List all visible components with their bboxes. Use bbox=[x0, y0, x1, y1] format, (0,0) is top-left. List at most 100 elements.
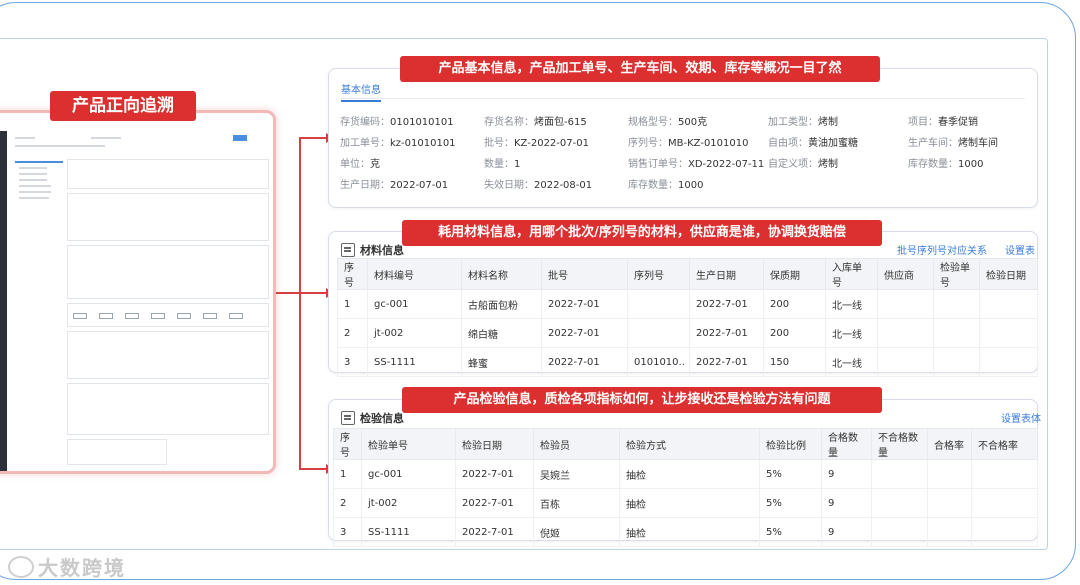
table-cell: 抽检 bbox=[619, 459, 760, 489]
basic-info-field: 自由项：黄油加蜜糖 bbox=[768, 134, 858, 149]
materials-title: 材料信息 bbox=[360, 244, 404, 257]
column-header[interactable]: 不合格率 bbox=[971, 428, 1038, 460]
field-value: kz-01010101 bbox=[390, 138, 456, 149]
table-cell: 2022-7-01 bbox=[455, 459, 534, 489]
basic-info-field: 存货名称：烤面包-615 bbox=[484, 113, 587, 128]
field-label: 存货编码： bbox=[340, 117, 390, 128]
basic-info-field: 失效日期：2022-08-01 bbox=[484, 176, 592, 191]
table-cell: SS-1111 bbox=[367, 347, 462, 377]
column-header[interactable]: 检验员 bbox=[533, 428, 620, 460]
table-cell bbox=[979, 318, 1038, 348]
table-cell bbox=[927, 459, 972, 489]
field-label: 库存数量： bbox=[628, 180, 678, 191]
table-cell: 北一线 bbox=[825, 289, 878, 319]
table-cell bbox=[877, 289, 934, 319]
thumbnail-content bbox=[11, 133, 273, 469]
field-value: 500克 bbox=[678, 117, 708, 128]
field-label: 单位： bbox=[340, 159, 370, 170]
basic-info-field: 规格型号：500克 bbox=[628, 113, 707, 128]
column-header[interactable]: 检验比例 bbox=[759, 428, 822, 460]
field-value: 1 bbox=[514, 159, 521, 170]
table-cell: 200 bbox=[763, 289, 826, 319]
field-label: 批号： bbox=[484, 138, 514, 149]
table-cell: 0101010.. bbox=[627, 347, 690, 377]
table-row[interactable]: 1 gc-001 2022-7-01 吴婉兰 抽检 5% 9 bbox=[333, 459, 1038, 489]
materials-header: 材料信息 bbox=[341, 242, 404, 258]
table-row[interactable]: 1 gc-001 古船面包粉 2022-7-01 2022-7-01 200 北一线 bbox=[337, 289, 1038, 319]
column-header[interactable]: 检验单号 bbox=[933, 258, 980, 290]
column-header[interactable]: 检验日期 bbox=[455, 428, 534, 460]
table-row[interactable]: 2 jt-002 绵白糖 2022-7-01 2022-7-01 200 北一线 bbox=[337, 318, 1038, 348]
table-cell: 绵白糖 bbox=[461, 318, 542, 348]
arrow-branch-middle bbox=[299, 292, 327, 294]
table-cell: 2022-7-01 bbox=[541, 289, 628, 319]
basic-info-field: 库存数量：1000 bbox=[628, 176, 703, 191]
banner-inspection: 产品检验信息，质检各项指标如何，让步接收还是检验方法有问题 bbox=[402, 387, 882, 413]
column-header[interactable]: 序号 bbox=[333, 428, 362, 460]
table-cell bbox=[971, 517, 1038, 547]
materials-icon bbox=[341, 243, 355, 257]
field-value: 2022-07-01 bbox=[390, 180, 449, 191]
field-label: 失效日期： bbox=[484, 180, 534, 191]
field-value: 春季促销 bbox=[938, 117, 978, 128]
column-header[interactable]: 序列号 bbox=[627, 258, 690, 290]
table-row[interactable]: 3 SS-1111 2022-7-01 倪姬 抽检 5% 9 bbox=[333, 517, 1038, 547]
field-label: 销售订单号： bbox=[628, 159, 688, 170]
column-header[interactable]: 生产日期 bbox=[689, 258, 764, 290]
column-header[interactable]: 序号 bbox=[337, 258, 368, 290]
basic-info-field: 销售订单号：XD-2022-07-11 bbox=[628, 155, 764, 170]
column-header[interactable]: 合格率 bbox=[927, 428, 972, 460]
basic-info-field: 加工类型：烤制 bbox=[768, 113, 838, 128]
column-header[interactable]: 合格数量 bbox=[821, 428, 872, 460]
basic-info-field: 序列号：MB-KZ-0101010 bbox=[628, 134, 748, 149]
basic-info-field: 单位：克 bbox=[340, 155, 380, 170]
inspection-settings-link[interactable]: 设置表体 bbox=[1001, 410, 1041, 425]
table-cell: gc-001 bbox=[361, 459, 456, 489]
field-value: 0101010101 bbox=[390, 117, 454, 128]
basic-info-field: 自定义项：烤制 bbox=[768, 155, 838, 170]
column-header[interactable]: 材料名称 bbox=[461, 258, 542, 290]
field-label: 序列号： bbox=[628, 138, 668, 149]
column-header[interactable]: 保质期 bbox=[763, 258, 826, 290]
field-value: 1000 bbox=[958, 159, 984, 170]
table-cell bbox=[871, 459, 928, 489]
table-cell bbox=[971, 459, 1038, 489]
table-cell: jt-002 bbox=[361, 488, 456, 518]
batch-serial-map-link[interactable]: 批号序列号对应关系 bbox=[897, 242, 987, 257]
field-value: 烤制 bbox=[818, 159, 838, 170]
table-cell bbox=[627, 289, 690, 319]
materials-settings-link[interactable]: 设置表 bbox=[1005, 242, 1035, 257]
field-value: 烤制 bbox=[818, 117, 838, 128]
column-header[interactable]: 检验单号 bbox=[361, 428, 456, 460]
table-cell bbox=[877, 318, 934, 348]
column-header[interactable]: 不合格数量 bbox=[871, 428, 928, 460]
arrow-trunk bbox=[276, 292, 300, 294]
watermark-text: 大数跨境 bbox=[38, 556, 126, 580]
field-label: 自定义项： bbox=[768, 159, 818, 170]
field-value: KZ-2022-07-01 bbox=[514, 138, 589, 149]
column-header[interactable]: 检验方式 bbox=[619, 428, 760, 460]
column-header[interactable]: 材料编号 bbox=[367, 258, 462, 290]
thumbnail-title: 产品正向追溯 bbox=[50, 91, 196, 121]
field-value: XD-2022-07-11 bbox=[688, 159, 765, 170]
field-value: 1000 bbox=[678, 180, 704, 191]
column-header[interactable]: 检验日期 bbox=[979, 258, 1038, 290]
table-cell: 200 bbox=[763, 318, 826, 348]
table-row[interactable]: 3 SS-1111 蜂蜜 2022-7-01 0101010.. 2022-7-01 150… bbox=[337, 347, 1038, 377]
column-header[interactable]: 入库单号 bbox=[825, 258, 878, 290]
column-header[interactable]: 供应商 bbox=[877, 258, 934, 290]
field-label: 生产车间： bbox=[908, 138, 958, 149]
thumbnail-screenshot bbox=[0, 110, 276, 474]
table-cell: 9 bbox=[821, 459, 872, 489]
table-cell bbox=[927, 488, 972, 518]
table-cell: gc-001 bbox=[367, 289, 462, 319]
table-cell: 百栋 bbox=[533, 488, 620, 518]
table-row[interactable]: 2 jt-002 2022-7-01 百栋 抽检 5% 9 bbox=[333, 488, 1038, 518]
column-header[interactable]: 批号 bbox=[541, 258, 628, 290]
table-cell bbox=[933, 289, 980, 319]
table-cell: 北一线 bbox=[825, 318, 878, 348]
field-label: 数量： bbox=[484, 159, 514, 170]
inspection-panel: 检验信息 设置表体 序号 检验单号 检验日期 检验员 检验方式 检验比例 合格数量 不合格数量… bbox=[328, 399, 1041, 547]
table-cell: 古船面包粉 bbox=[461, 289, 542, 319]
basic-info-field: 存货编码：0101010101 bbox=[340, 113, 454, 128]
